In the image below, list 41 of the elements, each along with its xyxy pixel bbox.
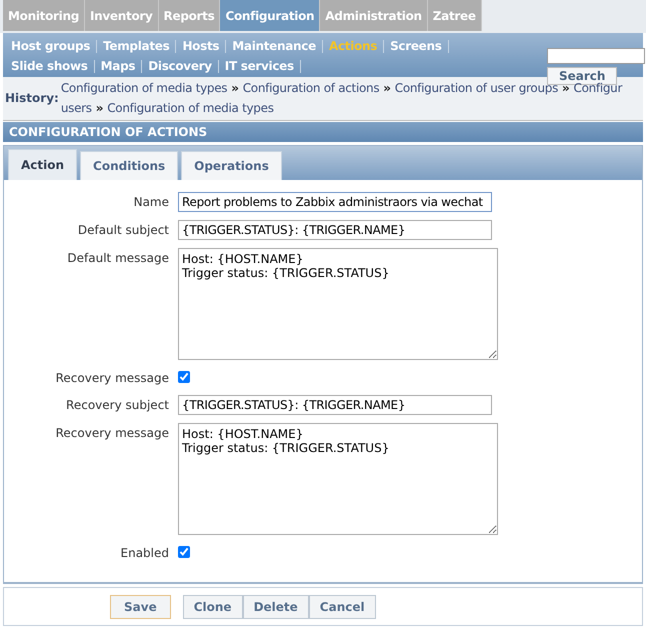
submenu-link[interactable]: IT services <box>218 60 301 72</box>
checkbox[interactable] <box>178 371 190 383</box>
history-link[interactable]: users <box>60 98 92 118</box>
field-label: Recovery subject <box>65 398 169 412</box>
text-field[interactable]: {TRIGGER.STATUS}: {TRIGGER.NAME} <box>178 395 492 415</box>
text-area[interactable]: Host: {HOST.NAME} Trigger status: {TRIGGER.STATUS} <box>178 423 498 535</box>
form-button[interactable]: Delete <box>242 595 309 619</box>
submenu-link[interactable]: Maintenance <box>226 40 323 52</box>
text-area[interactable]: Host: {HOST.NAME} Trigger status: {TRIGGER.STATUS} <box>178 248 498 360</box>
field-label: Default message <box>66 250 169 265</box>
form-tab[interactable]: Operations <box>181 151 282 180</box>
history-separator: » <box>231 80 239 97</box>
form-button[interactable]: Cancel <box>308 595 376 619</box>
history-link[interactable]: Configuration of actions <box>242 78 380 98</box>
submenu-link[interactable]: Slide shows <box>7 60 95 72</box>
menu-tab[interactable]: Configuration <box>220 0 320 31</box>
submenu-link[interactable]: Screens <box>384 40 449 52</box>
form-button[interactable]: Clone <box>182 595 243 619</box>
field-label: Recovery message <box>54 425 169 440</box>
form-tab[interactable]: Conditions <box>80 151 178 180</box>
history-link[interactable]: Configuration of media types <box>107 98 274 118</box>
text-field[interactable]: {TRIGGER.STATUS}: {TRIGGER.NAME} <box>178 220 492 240</box>
history-link[interactable]: Configuration of media types <box>60 78 228 98</box>
history-separator: » <box>383 80 391 97</box>
history-separator: » <box>96 100 104 117</box>
field-label: Default subject <box>76 223 169 237</box>
field-label: Recovery message <box>54 370 169 384</box>
search-field[interactable] <box>547 48 645 64</box>
form-button[interactable]: Save <box>110 595 171 619</box>
submenu-link[interactable]: Hosts <box>176 40 226 52</box>
submenu-link[interactable]: Discovery <box>142 60 219 72</box>
submenu-link[interactable]: Templates <box>97 40 176 52</box>
panel-header: CONFIGURATION OF ACTIONS <box>3 122 643 142</box>
field-label: Name <box>132 195 169 209</box>
field-label: Enabled <box>120 546 169 560</box>
text-field[interactable]: Report problems to Zabbix administraors via wechat <box>178 192 492 212</box>
checkbox[interactable] <box>178 546 190 558</box>
history-label: History: <box>4 91 60 105</box>
form-tab[interactable]: Action <box>8 149 78 180</box>
submenu-link[interactable]: Maps <box>94 60 142 72</box>
submenu-link[interactable]: Host groups <box>7 40 98 52</box>
